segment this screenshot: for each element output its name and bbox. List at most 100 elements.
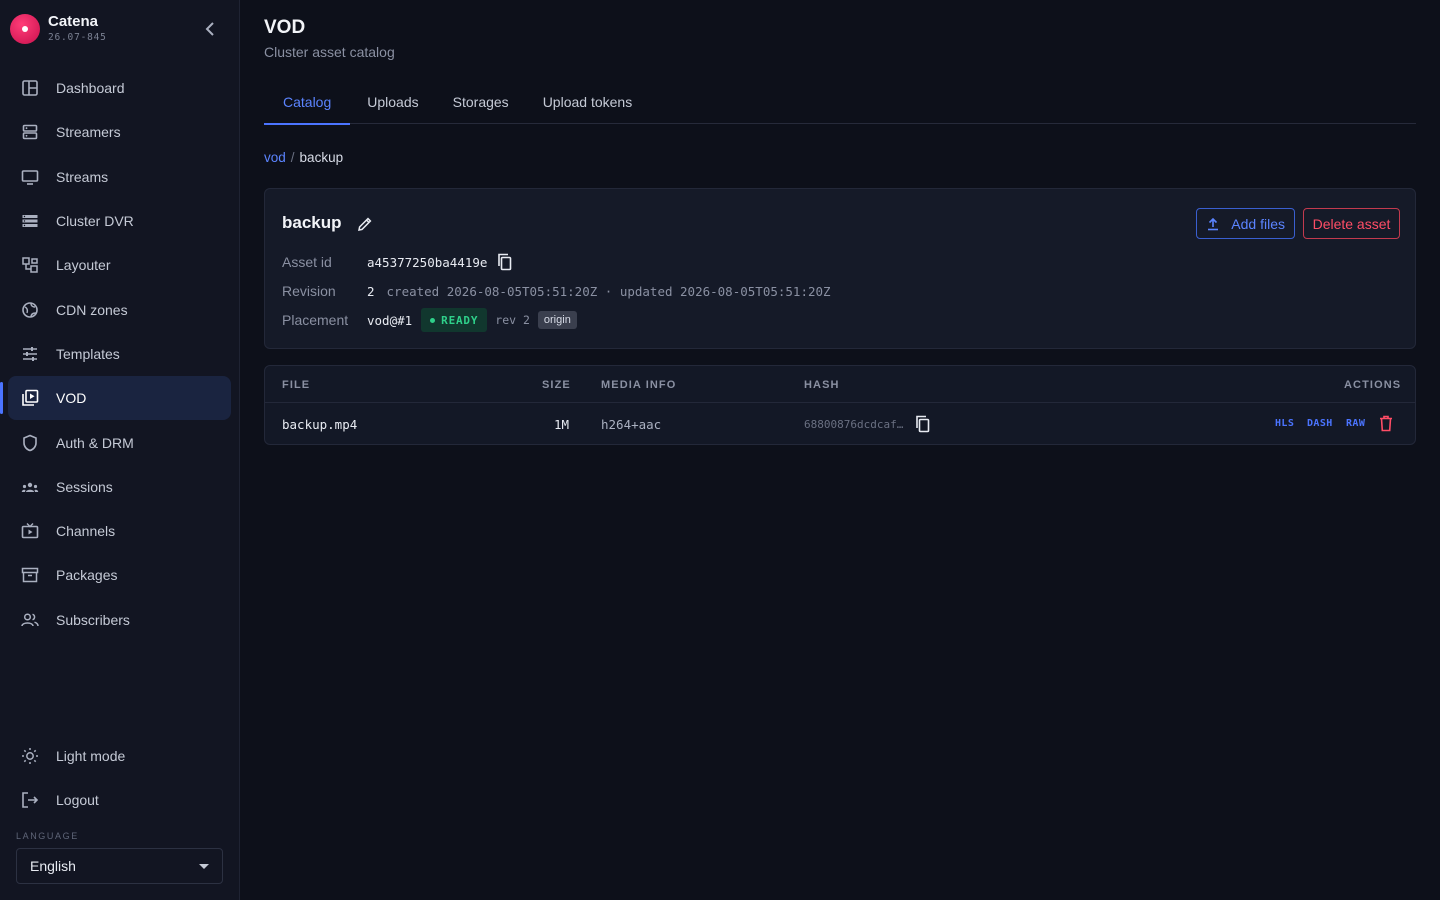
language-select[interactable]: English	[16, 848, 223, 884]
tab-bar: Catalog Uploads Storages Upload tokens	[264, 80, 1416, 125]
dash-link[interactable]: DASH	[1307, 418, 1333, 429]
breadcrumb-root-link[interactable]: vod	[264, 150, 286, 165]
add-files-label: Add files	[1231, 215, 1285, 232]
sidebar-item-label: CDN zones	[56, 301, 128, 318]
monitor-icon	[20, 167, 40, 187]
sidebar-item-label: Cluster DVR	[56, 213, 134, 230]
sidebar-item-templates[interactable]: Templates	[8, 332, 231, 376]
brand-logo	[10, 14, 40, 44]
trash-icon	[1380, 415, 1392, 432]
asset-card: backup Add files Delete asset Asset id a…	[264, 188, 1416, 349]
files-table-header: FILE SIZE MEDIA INFO HASH ACTIONS	[265, 366, 1415, 403]
sidebar-item-cdn-zones[interactable]: CDN zones	[8, 287, 231, 331]
sun-icon	[20, 746, 40, 766]
storage-icon	[20, 211, 40, 231]
asset-name: backup	[282, 213, 342, 232]
sidebar-item-layouter[interactable]: Layouter	[8, 243, 231, 287]
dropdown-caret-icon	[199, 864, 209, 869]
revision-label: Revision	[282, 283, 336, 299]
sidebar-item-label: Templates	[56, 345, 120, 362]
edit-name-button[interactable]	[355, 214, 375, 234]
video-library-icon	[20, 388, 40, 408]
copy-asset-id-button[interactable]	[496, 253, 514, 271]
shield-icon	[20, 433, 40, 453]
light-mode-label: Light mode	[56, 748, 126, 765]
sidebar-item-label: Layouter	[56, 257, 111, 274]
logout-label: Logout	[56, 792, 99, 809]
raw-link[interactable]: RAW	[1346, 418, 1365, 429]
groups-icon	[20, 477, 40, 497]
file-size: 1M	[554, 417, 570, 432]
delete-asset-button[interactable]: Delete asset	[1303, 208, 1400, 239]
page-subtitle: Cluster asset catalog	[264, 44, 395, 60]
asset-id-label: Asset id	[282, 254, 332, 270]
layout-icon	[20, 255, 40, 275]
sidebar-item-packages[interactable]: Packages	[8, 553, 231, 597]
placement-value: vod@#1	[367, 312, 413, 328]
hls-link[interactable]: HLS	[1275, 418, 1294, 429]
files-table: FILE SIZE MEDIA INFO HASH ACTIONS backup…	[264, 365, 1416, 445]
file-name: backup.mp4	[282, 417, 358, 432]
sidebar-item-label: Sessions	[56, 478, 113, 495]
col-actions-header: ACTIONS	[1344, 379, 1402, 391]
sidebar-item-vod[interactable]: VOD	[0, 376, 231, 421]
logout-icon	[20, 790, 40, 810]
breadcrumb: vod / backup	[264, 150, 343, 165]
people-icon	[20, 610, 40, 630]
archive-icon	[20, 565, 40, 585]
breadcrumb-separator: /	[290, 150, 295, 165]
table-row: backup.mp4 1M h264+aac 68800876dcdcaf… H…	[265, 404, 1415, 445]
copy-hash-button[interactable]	[914, 415, 932, 433]
sidebar-item-auth-drm[interactable]: Auth & DRM	[8, 420, 231, 464]
sidebar-item-streamers[interactable]: Streamers	[8, 110, 231, 154]
placement-rev: rev 2	[495, 313, 530, 327]
sidebar-item-streams[interactable]: Streams	[8, 155, 231, 199]
asset-id-row: Asset id a45377250ba4419e	[282, 253, 514, 271]
tab-storages[interactable]: Storages	[436, 80, 526, 124]
sidebar-item-label: Streamers	[56, 124, 121, 141]
server-icon	[20, 122, 40, 142]
asset-id-value: a45377250ba4419e	[367, 254, 488, 270]
copy-icon	[498, 253, 512, 271]
language-value: English	[30, 858, 76, 874]
app-version: 26.07-845	[48, 32, 107, 43]
sidebar-item-subscribers[interactable]: Subscribers	[8, 598, 231, 642]
delete-file-button[interactable]	[1379, 415, 1393, 437]
status-badge: READY	[421, 308, 488, 332]
sidebar-item-channels[interactable]: Channels	[8, 509, 231, 553]
sidebar: Catena 26.07-845 Dashboard Streamers Str…	[0, 0, 240, 900]
dashboard-icon	[20, 78, 40, 98]
tab-upload-tokens[interactable]: Upload tokens	[526, 80, 650, 124]
sidebar-item-label: Channels	[56, 523, 116, 540]
sidebar-item-cluster-dvr[interactable]: Cluster DVR	[8, 199, 231, 243]
sidebar-item-label: VOD	[56, 390, 87, 407]
revision-row: Revision 2 created 2026-08-05T05:51:20Z …	[282, 283, 831, 299]
sidebar-bottom: Light mode Logout	[8, 734, 231, 823]
globe-icon	[20, 300, 40, 320]
sidebar-item-label: Streams	[56, 168, 109, 185]
revision-value: 2	[367, 283, 375, 299]
light-mode-toggle[interactable]: Light mode	[8, 734, 231, 778]
logout-button[interactable]: Logout	[8, 778, 231, 822]
chevron-left-icon	[205, 22, 214, 36]
status-label: READY	[441, 313, 479, 327]
sidebar-item-dashboard[interactable]: Dashboard	[8, 66, 231, 110]
sidebar-nav: Dashboard Streamers Streams Cluster DVR …	[0, 66, 231, 642]
col-media-header: MEDIA INFO	[601, 379, 677, 391]
breadcrumb-current: backup	[299, 150, 344, 165]
collapse-sidebar-button[interactable]	[196, 18, 224, 40]
col-hash-header: HASH	[804, 379, 840, 391]
placement-row: Placement vod@#1 READY rev 2 origin	[282, 308, 577, 332]
pencil-icon	[358, 217, 372, 231]
sidebar-item-label: Subscribers	[56, 611, 130, 628]
page-title: VOD	[264, 17, 306, 38]
tab-uploads[interactable]: Uploads	[350, 80, 435, 124]
add-files-button[interactable]: Add files	[1196, 208, 1295, 239]
file-hash: 68800876dcdcaf…	[804, 418, 904, 431]
sidebar-item-label: Auth & DRM	[56, 434, 134, 451]
placement-label: Placement	[282, 312, 349, 328]
status-dot	[430, 317, 436, 323]
sliders-icon	[20, 344, 40, 364]
sidebar-item-sessions[interactable]: Sessions	[8, 465, 231, 509]
tab-catalog[interactable]: Catalog	[264, 80, 351, 125]
